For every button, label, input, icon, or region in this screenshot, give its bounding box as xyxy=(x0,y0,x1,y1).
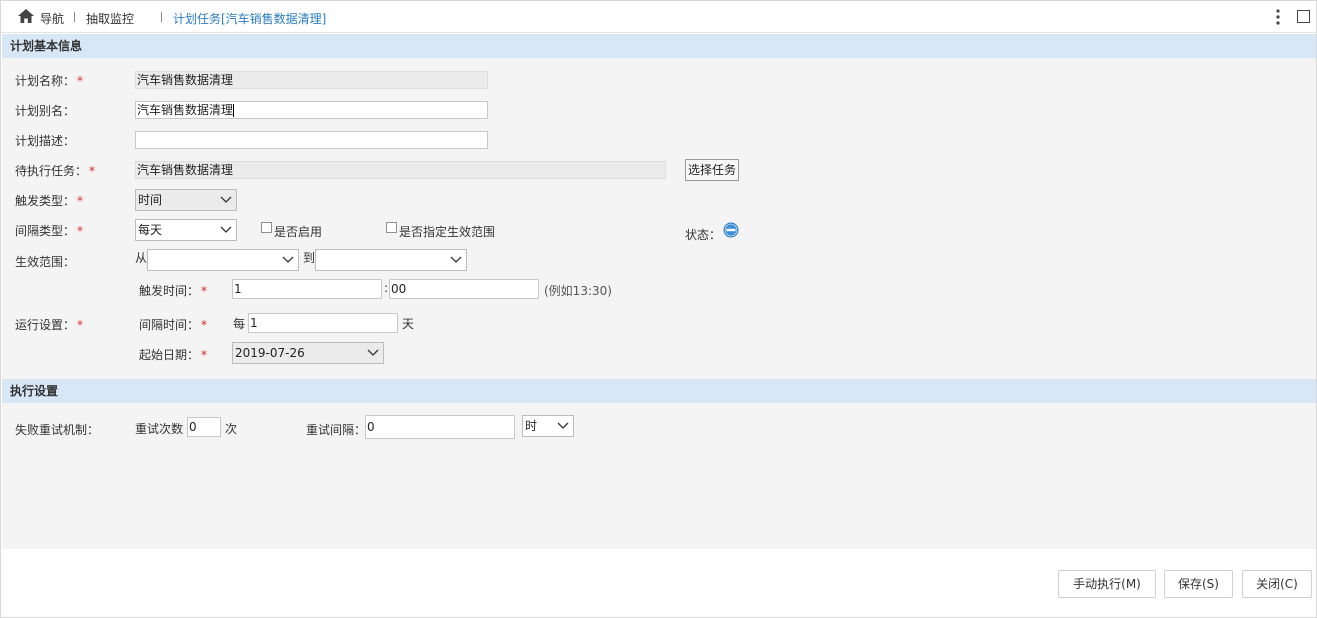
section-exec-settings: 执行设置 xyxy=(2,379,1316,403)
trigger-type-value: 时间 xyxy=(138,193,163,207)
retry-interval-unit-select[interactable]: 时 xyxy=(522,415,574,437)
breadcrumb-nav[interactable]: 导航 xyxy=(40,10,64,27)
section-basic-info: 计划基本信息 xyxy=(2,34,1316,58)
plan-alias-input[interactable]: 汽车销售数据清理 xyxy=(135,101,488,119)
status-disabled-icon[interactable] xyxy=(723,222,739,238)
retry-count-input[interactable]: 0 xyxy=(187,417,221,437)
run-settings-label: 运行设置： * xyxy=(15,316,83,333)
trigger-type-label: 触发类型： * xyxy=(15,192,83,209)
plan-alias-value: 汽车销售数据清理 xyxy=(137,103,234,117)
pending-task-input: 汽车销售数据清理 xyxy=(135,161,666,179)
form-content: 计划基本信息 计划名称： * 汽车销售数据清理 计划别名： 汽车销售数据清理 计划… xyxy=(2,34,1316,549)
plan-alias-label: 计划别名： xyxy=(15,104,76,118)
start-date-label-text: 起始日期： xyxy=(139,348,200,362)
breadcrumb-monitor[interactable]: 抽取监控 xyxy=(86,10,134,27)
home-icon[interactable] xyxy=(18,9,34,23)
save-button[interactable]: 保存(S) xyxy=(1164,570,1233,598)
chevron-down-icon xyxy=(220,196,232,203)
range-to-select[interactable] xyxy=(315,249,467,271)
start-date-value: 2019-07-26 xyxy=(235,346,305,360)
trigger-example-hint: (例如13:30) xyxy=(544,284,612,298)
chevron-down-icon xyxy=(367,349,379,356)
enable-checkbox[interactable] xyxy=(261,222,272,233)
trigger-time-label: 触发时间： * xyxy=(139,282,207,299)
day-unit-label: 天 xyxy=(402,317,415,331)
required-mark: * xyxy=(77,74,84,88)
breadcrumb-separator xyxy=(74,12,75,22)
pending-task-label: 待执行任务： * xyxy=(15,162,95,179)
range-from-select[interactable] xyxy=(147,249,299,271)
retry-count-label: 重试次数 xyxy=(135,422,184,436)
plan-name-input: 汽车销售数据清理 xyxy=(135,71,488,89)
breadcrumb-current[interactable]: 计划任务[汽车销售数据清理] xyxy=(173,10,326,27)
required-mark: * xyxy=(77,318,84,332)
interval-type-label-text: 间隔类型： xyxy=(15,224,76,238)
required-mark: * xyxy=(77,194,84,208)
required-mark: * xyxy=(89,164,96,178)
retry-interval-label: 重试间隔： xyxy=(306,423,367,437)
required-mark: * xyxy=(201,284,208,298)
trigger-minute-input[interactable]: 00 xyxy=(389,279,539,299)
chevron-down-icon xyxy=(557,422,569,429)
select-task-button[interactable]: 选择任务 xyxy=(685,159,739,181)
more-vertical-icon[interactable] xyxy=(1276,9,1280,25)
trigger-type-select[interactable]: 时间 xyxy=(135,189,237,211)
manual-run-button[interactable]: 手动执行(M) xyxy=(1058,570,1156,598)
status-label: 状态： xyxy=(685,228,722,242)
start-date-label: 起始日期： * xyxy=(139,346,207,363)
text-cursor xyxy=(233,104,235,117)
from-label: 从 xyxy=(135,251,148,265)
window-frame: 导航 抽取监控 计划任务[汽车销售数据清理] 计划基本信息 计划名称： * 汽车销… xyxy=(0,0,1317,618)
time-colon: : xyxy=(384,281,389,295)
retry-mechanism-label: 失败重试机制： xyxy=(15,423,100,437)
trigger-hour-input[interactable]: 1 xyxy=(232,279,382,299)
chevron-down-icon xyxy=(220,226,232,233)
interval-time-label: 间隔时间： * xyxy=(139,316,207,333)
plan-desc-input[interactable] xyxy=(135,131,488,149)
breadcrumb-separator xyxy=(161,12,162,22)
specify-range-label: 是否指定生效范围 xyxy=(399,225,496,239)
required-mark: * xyxy=(201,348,208,362)
pending-task-label-text: 待执行任务： xyxy=(15,164,88,178)
plan-desc-label: 计划描述： xyxy=(15,134,76,148)
specify-range-checkbox[interactable] xyxy=(386,222,397,233)
chevron-down-icon xyxy=(450,256,462,263)
required-mark: * xyxy=(201,318,208,332)
start-date-picker[interactable]: 2019-07-26 xyxy=(232,342,384,364)
interval-value-input[interactable]: 1 xyxy=(248,313,398,333)
retry-interval-unit-value: 时 xyxy=(525,419,538,433)
every-label: 每 xyxy=(233,317,246,331)
interval-time-label-text: 间隔时间： xyxy=(139,318,200,332)
trigger-type-label-text: 触发类型： xyxy=(15,194,76,208)
chevron-down-icon xyxy=(282,256,294,263)
breadcrumb: 导航 抽取监控 计划任务[汽车销售数据清理] xyxy=(1,1,1316,33)
maximize-icon[interactable] xyxy=(1297,10,1310,23)
run-settings-label-text: 运行设置： xyxy=(15,318,76,332)
to-label: 到 xyxy=(303,251,316,265)
close-button[interactable]: 关闭(C) xyxy=(1242,570,1312,598)
trigger-time-label-text: 触发时间： xyxy=(139,284,200,298)
plan-name-label: 计划名称： * xyxy=(15,72,83,89)
retry-interval-input[interactable]: 0 xyxy=(365,415,515,439)
required-mark: * xyxy=(77,224,84,238)
enable-label: 是否启用 xyxy=(274,225,323,239)
interval-type-label: 间隔类型： * xyxy=(15,222,83,239)
effective-range-label: 生效范围： xyxy=(15,255,76,269)
plan-name-label-text: 计划名称： xyxy=(15,74,76,88)
retry-count-unit: 次 xyxy=(225,422,238,436)
interval-type-value: 每天 xyxy=(138,223,163,237)
interval-type-select[interactable]: 每天 xyxy=(135,219,237,241)
